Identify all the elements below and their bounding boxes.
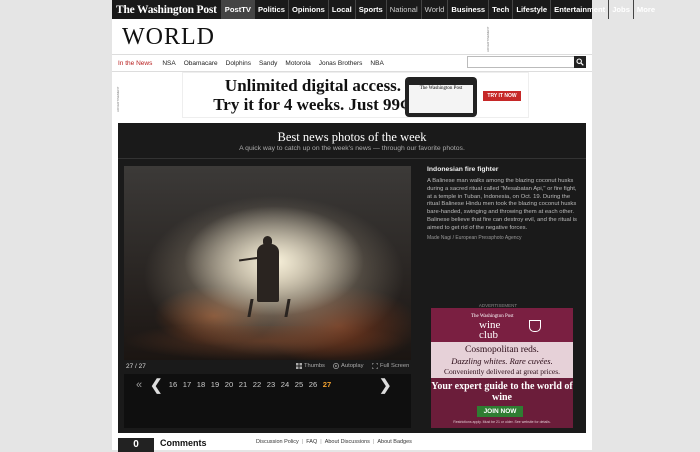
thumbs-label: Thumbs — [304, 363, 325, 369]
photo-counter: 27 / 27 — [126, 363, 146, 370]
wine-ad-brand: wine club — [479, 320, 500, 341]
site-logo[interactable]: The Washington Post — [112, 4, 221, 16]
topic-link[interactable]: NBA — [366, 60, 387, 67]
page-number[interactable]: 16 — [166, 380, 180, 389]
topic-link[interactable]: Obamacare — [180, 60, 222, 67]
autoplay-button[interactable]: Autoplay — [333, 363, 364, 369]
play-icon — [333, 363, 339, 369]
page: The Washington Post PostTV Politics Opin… — [112, 0, 655, 452]
nav-item-national[interactable]: National — [385, 0, 421, 19]
page-number[interactable]: 23 — [264, 380, 278, 389]
expand-icon — [372, 363, 378, 369]
nav-item-politics[interactable]: Politics — [253, 0, 288, 19]
topic-link[interactable]: Motorola — [281, 60, 314, 67]
gallery-photo[interactable] — [124, 166, 411, 360]
nav-item-posttv[interactable]: PostTV — [220, 0, 254, 19]
wine-ad-header: The Washington Post wine club — [431, 308, 573, 342]
nav-item-tech[interactable]: Tech — [488, 0, 512, 19]
nav-item-more[interactable]: More — [632, 0, 658, 19]
subscription-banner-ad[interactable]: Unlimited digital access. Try it for 4 w… — [182, 72, 529, 118]
search-button[interactable] — [574, 56, 586, 68]
page-number[interactable]: 22 — [250, 380, 264, 389]
divider — [118, 158, 586, 159]
wine-tagline-1: Cosmopolitan reds. — [465, 345, 539, 355]
about-discussions-link[interactable]: About Discussions — [325, 439, 370, 445]
full-screen-label: Full Screen — [380, 363, 410, 369]
discussion-policy-link[interactable]: Discussion Policy — [256, 439, 299, 445]
double-chevron-left-icon[interactable]: « — [136, 380, 142, 391]
grid-icon — [296, 363, 302, 369]
separator: | — [320, 439, 322, 445]
page-number[interactable]: 18 — [194, 380, 208, 389]
phone-screen-logo: The Washington Post — [409, 85, 473, 113]
nav-item-world[interactable]: World — [420, 0, 448, 19]
photo-figure-legs — [247, 299, 291, 317]
wine-ad-brand-line2: club — [479, 329, 498, 341]
nav-item-opinions[interactable]: Opinions — [287, 0, 328, 19]
topic-link[interactable]: Jonas Brothers — [315, 60, 367, 67]
page-number[interactable]: 21 — [236, 380, 250, 389]
gallery-title: Best news photos of the week — [277, 130, 427, 144]
try-it-now-button[interactable]: TRY IT NOW — [483, 91, 521, 101]
caption-text: A Balinese man walks among the blazing c… — [427, 178, 577, 231]
banner-offer: Try it for 4 weeks. Just 99¢. — [213, 95, 413, 114]
topic-link[interactable]: NSA — [158, 60, 179, 67]
page-number[interactable]: 26 — [306, 380, 320, 389]
autoplay-label: Autoplay — [341, 363, 364, 369]
comments-header: 0 Comments Discussion Policy | FAQ | Abo… — [118, 438, 586, 452]
chevron-left-icon[interactable]: ❮ — [150, 378, 163, 393]
topic-link[interactable]: Sandy — [255, 60, 281, 67]
comments-links: Discussion Policy | FAQ | About Discussi… — [256, 439, 412, 445]
caption-title: Indonesian fire fighter — [427, 166, 499, 173]
separator: | — [372, 439, 375, 445]
nav-item-entertainment[interactable]: Entertainment — [550, 0, 608, 19]
ad-label: ADVERTISEMENT — [486, 26, 490, 52]
search-input[interactable] — [467, 56, 575, 68]
thumbs-button[interactable]: Thumbs — [296, 363, 325, 369]
comments-title: Comments — [160, 438, 207, 448]
nav-item-lifestyle[interactable]: Lifestyle — [512, 0, 550, 19]
in-the-news-label: In the News — [118, 59, 153, 67]
photo-ground — [124, 326, 411, 360]
photo-figure — [257, 244, 279, 302]
page-number[interactable]: 25 — [292, 380, 306, 389]
caption-credit: Made Nagi / European Pressphoto Agency — [427, 234, 522, 241]
nav-item-business[interactable]: Business — [447, 0, 488, 19]
gallery-subtitle: A quick way to catch up on the week's ne… — [239, 145, 465, 152]
wine-guide-headline: Your expert guide to the world of wine — [431, 381, 573, 403]
wine-tagline-3: Conveniently delivered at great prices. — [444, 367, 560, 376]
page-number[interactable]: 19 — [208, 380, 222, 389]
page-number[interactable]: 20 — [222, 380, 236, 389]
nav-item-local[interactable]: Local — [327, 0, 355, 19]
nav-item-sports[interactable]: Sports — [354, 0, 386, 19]
section-title: WORLD — [122, 24, 215, 50]
page-number[interactable]: 17 — [180, 380, 194, 389]
page-number[interactable]: 24 — [278, 380, 292, 389]
page-number-current[interactable]: 27 — [320, 380, 334, 389]
banner-headline: Unlimited digital access. — [224, 76, 402, 95]
search-icon — [576, 58, 584, 66]
nav-item-jobs[interactable]: Jobs — [608, 0, 633, 19]
photo-caption: Indonesian fire fighter A Balinese man w… — [427, 166, 577, 241]
wine-glass-icon — [529, 320, 541, 332]
ad-label: ADVERTISEMENT — [116, 86, 120, 112]
photo-gallery: Best news photos of the week A quick way… — [118, 123, 586, 433]
top-nav: The Washington Post PostTV Politics Opin… — [112, 0, 655, 19]
separator: | — [301, 439, 304, 445]
wine-tagline-2: Dazzling whites. Rare cuvées. — [451, 356, 553, 366]
join-now-button[interactable]: JOIN NOW — [477, 406, 523, 417]
faq-link[interactable]: FAQ — [306, 439, 317, 445]
wine-fine-print: Restrictions apply. Must be 21 or older.… — [453, 420, 551, 424]
chevron-right-icon[interactable]: ❯ — [379, 378, 392, 393]
wine-ad-taglines: Cosmopolitan reds. Dazzling whites. Rare… — [431, 342, 573, 378]
full-screen-button[interactable]: Full Screen — [372, 363, 409, 369]
wine-club-ad[interactable]: The Washington Post wine club Cosmopolita… — [431, 308, 573, 428]
page-numbers: 16 17 18 19 20 21 22 23 24 25 26 27 — [166, 380, 334, 389]
pagination-strip: « ❮ 16 17 18 19 20 21 22 23 24 25 26 27 … — [124, 374, 411, 428]
topic-link[interactable]: Dolphins — [222, 60, 255, 67]
phone-image: The Washington Post — [405, 77, 477, 117]
about-badges-link[interactable]: About Badges — [377, 439, 412, 445]
